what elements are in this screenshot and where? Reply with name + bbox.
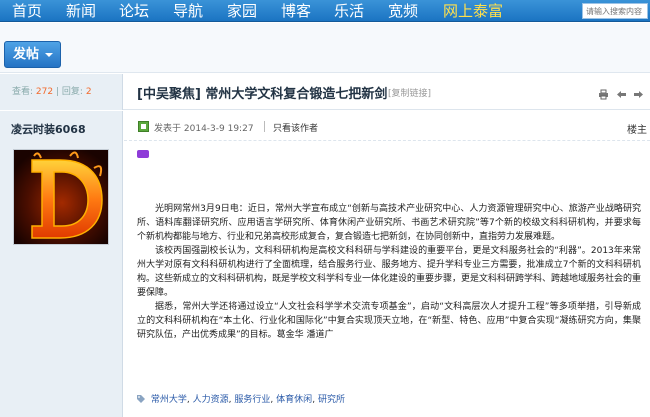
posted-time: 发表于 2014-3-9 19:27 [154, 121, 254, 134]
nav-news[interactable]: 新闻 [66, 1, 96, 21]
new-post-button[interactable]: 发帖 [4, 41, 61, 68]
nav-broadband[interactable]: 宽频 [388, 1, 418, 21]
nav-lohas[interactable]: 乐活 [334, 1, 364, 21]
nav-navigation[interactable]: 导航 [173, 1, 203, 21]
replies-label: 回复: [61, 87, 83, 97]
stats-divider: | [55, 87, 60, 97]
tag-link[interactable]: 研究所 [318, 395, 345, 405]
author-sidebar: 凌云时装6068 [0, 111, 123, 417]
post-meta: 发表于 2014-3-9 19:27 只看该作者 楼主 [124, 111, 650, 141]
views-count: 272 [35, 87, 54, 97]
divider [264, 121, 265, 132]
medal-icon [137, 150, 149, 158]
chevron-down-icon [45, 53, 53, 57]
action-bar: 发帖 [0, 23, 650, 73]
copy-link-button[interactable]: [复制链接] [388, 86, 431, 99]
tag-link[interactable]: 常州大学 [151, 395, 187, 405]
tag-link[interactable]: 人力资源 [193, 395, 229, 405]
post-paragraph: 该校丙国强副校长认为，文科科研机构是高校文科科研与学科建设的重要平台，更是文科服… [137, 246, 642, 298]
floor-label: 楼主 [627, 125, 647, 136]
tag-link[interactable]: 体育休闲 [276, 395, 312, 405]
nav-online-taifu[interactable]: 网上泰富 [443, 1, 503, 21]
top-nav: 首页 新闻 论坛 导航 家园 博客 乐活 宽频 网上泰富 [0, 0, 650, 22]
author-name[interactable]: 凌云时装6068 [11, 121, 86, 137]
thread-title: [中吴聚焦] 常州大学文科复合锻造七把新剑 [137, 87, 388, 102]
new-post-label: 发帖 [13, 47, 40, 62]
post-body: 光明网常州3月9日电：近日，常州大学宣布成立“创新与高技术产业研究中心、人力资源… [137, 202, 641, 342]
poster-icon [138, 121, 149, 132]
print-icon[interactable] [598, 89, 609, 100]
posted-timestamp: 2014-3-9 19:27 [183, 124, 254, 134]
next-thread-icon[interactable] [633, 89, 644, 100]
only-author-link[interactable]: 只看该作者 [273, 121, 318, 134]
avatar-fire-letter-image [14, 150, 108, 244]
thread-stats: 查看: 272 | 回复: 2 [0, 74, 123, 110]
tag-list: 常州大学, 人力资源, 服务行业, 体育休闲, 研究所 [137, 392, 345, 405]
replies-count: 2 [85, 87, 92, 97]
nav-home[interactable]: 首页 [12, 1, 42, 21]
views-label: 查看: [12, 87, 34, 97]
tag-link[interactable]: 服务行业 [234, 395, 270, 405]
posted-prefix: 发表于 [154, 124, 182, 134]
nav-forum[interactable]: 论坛 [119, 1, 149, 21]
post-paragraph: 光明网常州3月9日电：近日，常州大学宣布成立“创新与高技术产业研究中心、人力资源… [137, 204, 641, 242]
tag-icon [137, 395, 145, 403]
post-paragraph: 据悉，常州大学还将通过设立“人文社会科学学术交流专项基金”，启动“文科高层次人才… [137, 302, 641, 340]
nav-home-garden[interactable]: 家园 [227, 1, 257, 21]
thread-header: 查看: 272 | 回复: 2 [中吴聚焦] 常州大学文科复合锻造七把新剑 [复… [0, 74, 650, 110]
nav-blog[interactable]: 博客 [281, 1, 311, 21]
prev-thread-icon[interactable] [616, 89, 627, 100]
search-input[interactable] [582, 3, 648, 19]
avatar[interactable] [13, 149, 109, 245]
